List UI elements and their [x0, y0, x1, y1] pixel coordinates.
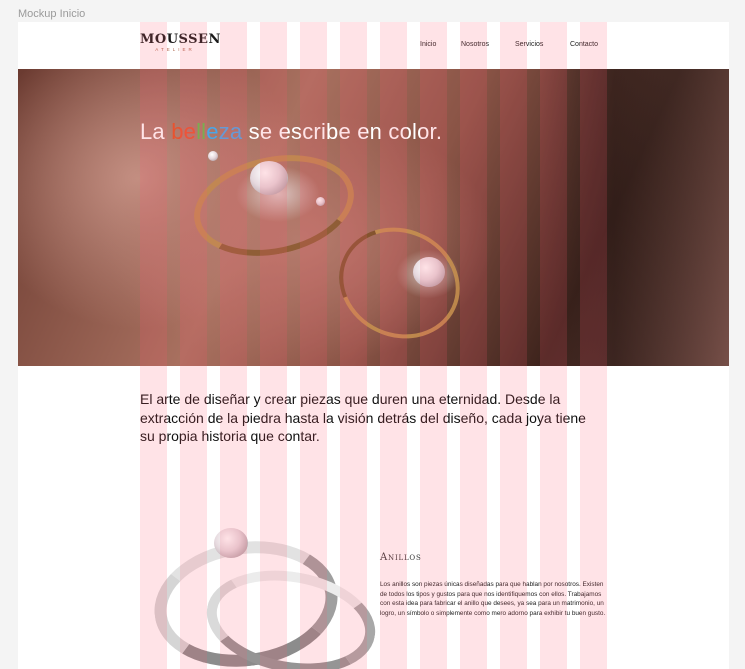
nav-item-servicios[interactable]: Servicios	[515, 41, 543, 48]
intro-paragraph: El arte de diseñar y crear piezas que du…	[140, 391, 586, 444]
product-description: Los anillos son piezas únicas diseñadas …	[380, 581, 606, 617]
mockup-frame: MOUSSEN ATELIER Inicio Nosotros Servicio…	[18, 22, 729, 669]
hero-banner: La belleza se escribe en color.	[18, 69, 729, 366]
nav-item-nosotros[interactable]: Nosotros	[461, 41, 489, 48]
ring-illustration	[320, 208, 479, 358]
ring-product-image	[146, 502, 384, 669]
gem-icon	[413, 257, 445, 287]
main-nav: Inicio Nosotros Servicios Contacto	[18, 41, 729, 53]
product-title: Anillos	[380, 552, 422, 563]
nav-item-inicio[interactable]: Inicio	[420, 41, 436, 48]
gem-icon	[250, 161, 288, 195]
gem-icon	[316, 197, 325, 206]
gem-icon	[208, 151, 218, 161]
site-header: MOUSSEN ATELIER Inicio Nosotros Servicio…	[18, 22, 729, 69]
nav-item-contacto[interactable]: Contacto	[570, 41, 598, 48]
frame-label[interactable]: Mockup Inicio	[18, 8, 85, 20]
hero-headline: La belleza se escribe en color.	[140, 119, 443, 144]
gem-icon	[214, 528, 248, 558]
